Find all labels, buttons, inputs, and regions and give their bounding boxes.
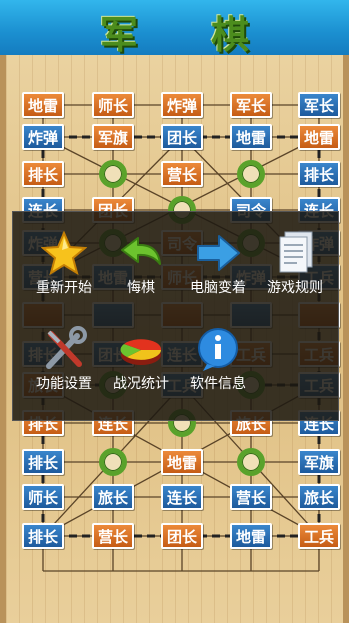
game-title: 军 棋 <box>99 13 280 57</box>
star-icon <box>41 230 87 276</box>
chess-piece[interactable]: 团长 <box>161 124 203 150</box>
game-menu-overlay: 重新开始 悔棋 电脑变着 游戏规则 功能设置 战况统计 软件信息 <box>12 211 339 421</box>
chess-piece[interactable]: 排长 <box>22 523 64 549</box>
info-icon <box>198 328 238 371</box>
chess-piece[interactable]: 连长 <box>161 484 203 510</box>
chess-piece[interactable]: 团长 <box>161 523 203 549</box>
document-icon <box>279 231 313 273</box>
chess-piece[interactable]: 排长 <box>22 161 64 187</box>
chess-piece[interactable]: 排长 <box>22 449 64 475</box>
software-info-menu-item[interactable]: 软件信息 <box>179 322 257 402</box>
chess-piece[interactable]: 营长 <box>92 523 134 549</box>
chess-piece[interactable]: 排长 <box>298 161 340 187</box>
camp-station[interactable] <box>237 160 265 188</box>
chess-piece[interactable]: 工兵 <box>298 523 340 549</box>
camp-station[interactable] <box>99 160 127 188</box>
chess-piece[interactable]: 军旗 <box>92 124 134 150</box>
undo-arrow-icon <box>121 237 161 265</box>
pie-chart-icon <box>120 339 162 365</box>
restart-menu-item[interactable]: 重新开始 <box>25 226 103 306</box>
chess-piece[interactable]: 军旗 <box>298 449 340 475</box>
chess-piece[interactable]: 旅长 <box>298 484 340 510</box>
chess-piece[interactable]: 地雷 <box>22 92 64 118</box>
chess-piece[interactable]: 军长 <box>298 92 340 118</box>
title-bar: 军 棋 <box>0 0 349 57</box>
chess-piece[interactable]: 地雷 <box>161 449 203 475</box>
undo-menu-item[interactable]: 悔棋 <box>102 226 180 306</box>
chess-piece[interactable]: 炸弹 <box>22 124 64 150</box>
chess-piece[interactable]: 师长 <box>92 92 134 118</box>
game-rules-menu-item[interactable]: 游戏规则 <box>256 226 334 306</box>
camp-station[interactable] <box>237 448 265 476</box>
tools-icon <box>46 326 87 369</box>
chess-piece[interactable]: 炸弹 <box>161 92 203 118</box>
computer-change-menu-item[interactable]: 电脑变着 <box>179 226 257 306</box>
chess-piece[interactable]: 旅长 <box>92 484 134 510</box>
chess-piece[interactable]: 营长 <box>230 484 272 510</box>
chess-piece[interactable]: 营长 <box>161 161 203 187</box>
forward-arrow-icon <box>197 235 240 271</box>
chess-piece[interactable]: 地雷 <box>298 124 340 150</box>
chess-piece[interactable]: 地雷 <box>230 124 272 150</box>
chess-piece[interactable]: 军长 <box>230 92 272 118</box>
chess-piece[interactable]: 师长 <box>22 484 64 510</box>
chess-piece[interactable]: 地雷 <box>230 523 272 549</box>
statistics-menu-item[interactable]: 战况统计 <box>102 322 180 402</box>
game-rules-label: 游戏规则 <box>267 280 323 296</box>
settings-menu-item[interactable]: 功能设置 <box>25 322 103 402</box>
software-info-label: 软件信息 <box>190 376 246 392</box>
camp-station[interactable] <box>99 448 127 476</box>
